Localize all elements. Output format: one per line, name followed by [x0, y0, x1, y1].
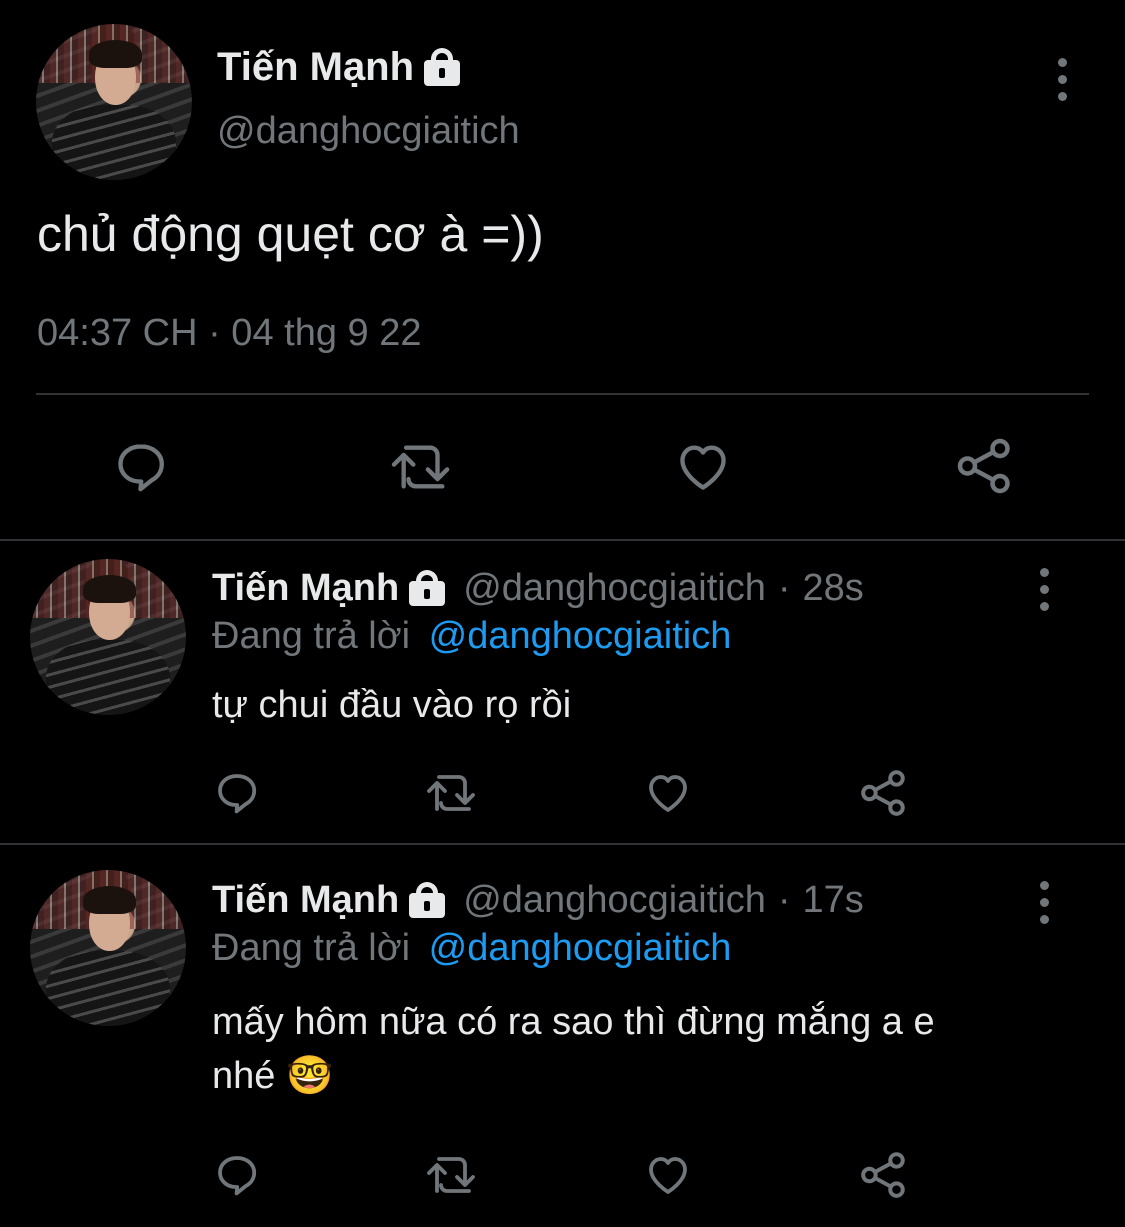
- reply-text-line: nhé 🤓: [212, 1055, 334, 1097]
- replying-to-handle[interactable]: @danghocgiaitich: [429, 927, 732, 969]
- reply-icon: [218, 774, 257, 814]
- timestamp[interactable]: 04:37 CH · 04 thg 9 22: [37, 312, 421, 355]
- reply-text-line: mấy hôm nữa có ra sao thì đừng mắng a e: [212, 1001, 935, 1043]
- separator: ·: [777, 878, 791, 921]
- like-icon: [649, 1157, 687, 1194]
- like-icon: [680, 445, 726, 490]
- handle[interactable]: @danghocgiaitich: [463, 879, 766, 922]
- more-icon[interactable]: [1039, 568, 1049, 611]
- like-button[interactable]: [643, 1151, 693, 1199]
- share-icon: [861, 1152, 905, 1198]
- handle[interactable]: @danghocgiaitich: [463, 567, 766, 610]
- display-name[interactable]: Tiến Mạnh: [212, 567, 399, 610]
- reply-icon: [118, 444, 164, 492]
- replying-to: Đang trả lời @danghocgiaitich: [212, 927, 731, 970]
- reply-icon: [218, 1156, 257, 1196]
- share-button[interactable]: [859, 1150, 909, 1200]
- reply-text: mấy hôm nữa có ra sao thì đừng mắng a e …: [212, 995, 935, 1103]
- replying-to-prefix: Đang trả lời: [212, 927, 411, 969]
- author-row: Tiến Mạnh: [217, 42, 462, 92]
- avatar[interactable]: [30, 870, 186, 1026]
- lock-icon: [407, 568, 447, 608]
- reply-tweet[interactable]: Tiến Mạnh @danghocgiaitich · 17s Đang tr…: [0, 845, 1125, 1227]
- share-icon: [861, 770, 905, 816]
- share-icon: [957, 438, 1010, 494]
- share-button[interactable]: [859, 768, 909, 818]
- like-button[interactable]: [643, 769, 693, 817]
- divider: [36, 393, 1089, 395]
- reply-tweet[interactable]: Tiến Mạnh @danghocgiaitich · 28s Đang tr…: [0, 541, 1125, 843]
- more-icon[interactable]: [1039, 881, 1049, 924]
- retweet-button[interactable]: [424, 1151, 482, 1199]
- retweet-button[interactable]: [424, 769, 482, 817]
- separator: ·: [777, 566, 791, 609]
- main-tweet: Tiến Mạnh @danghocgiaitich chủ động quẹt…: [0, 0, 1125, 540]
- replying-to-handle[interactable]: @danghocgiaitich: [429, 615, 732, 657]
- reply-button[interactable]: [213, 1151, 261, 1199]
- avatar[interactable]: [30, 559, 186, 715]
- replying-to-prefix: Đang trả lời: [212, 615, 411, 657]
- like-icon: [649, 775, 687, 812]
- handle[interactable]: @danghocgiaitich: [217, 110, 520, 153]
- more-icon[interactable]: [1057, 58, 1067, 101]
- display-name[interactable]: Tiến Mạnh: [212, 879, 399, 922]
- retweet-icon: [427, 1157, 475, 1193]
- reply-button[interactable]: [213, 769, 261, 817]
- reply-text: tự chui đầu vào rọ rồi: [212, 684, 572, 726]
- reply-age[interactable]: 28s: [803, 567, 864, 610]
- author-row: Tiến Mạnh @danghocgiaitich · 17s: [212, 878, 864, 922]
- tweet-text: chủ động quẹt cơ à =)): [37, 206, 544, 262]
- author-row: Tiến Mạnh @danghocgiaitich · 28s: [212, 566, 864, 610]
- retweet-icon: [427, 775, 475, 811]
- replying-to: Đang trả lời @danghocgiaitich: [212, 615, 731, 658]
- retweet-icon: [391, 445, 450, 489]
- lock-icon: [407, 880, 447, 920]
- lock-icon: [422, 46, 462, 88]
- reply-age[interactable]: 17s: [803, 879, 864, 922]
- reply-button[interactable]: [112, 438, 170, 496]
- avatar[interactable]: [36, 24, 192, 180]
- retweet-button[interactable]: [388, 438, 458, 496]
- share-button[interactable]: [955, 436, 1015, 496]
- display-name[interactable]: Tiến Mạnh: [217, 45, 414, 90]
- like-button[interactable]: [673, 438, 733, 496]
